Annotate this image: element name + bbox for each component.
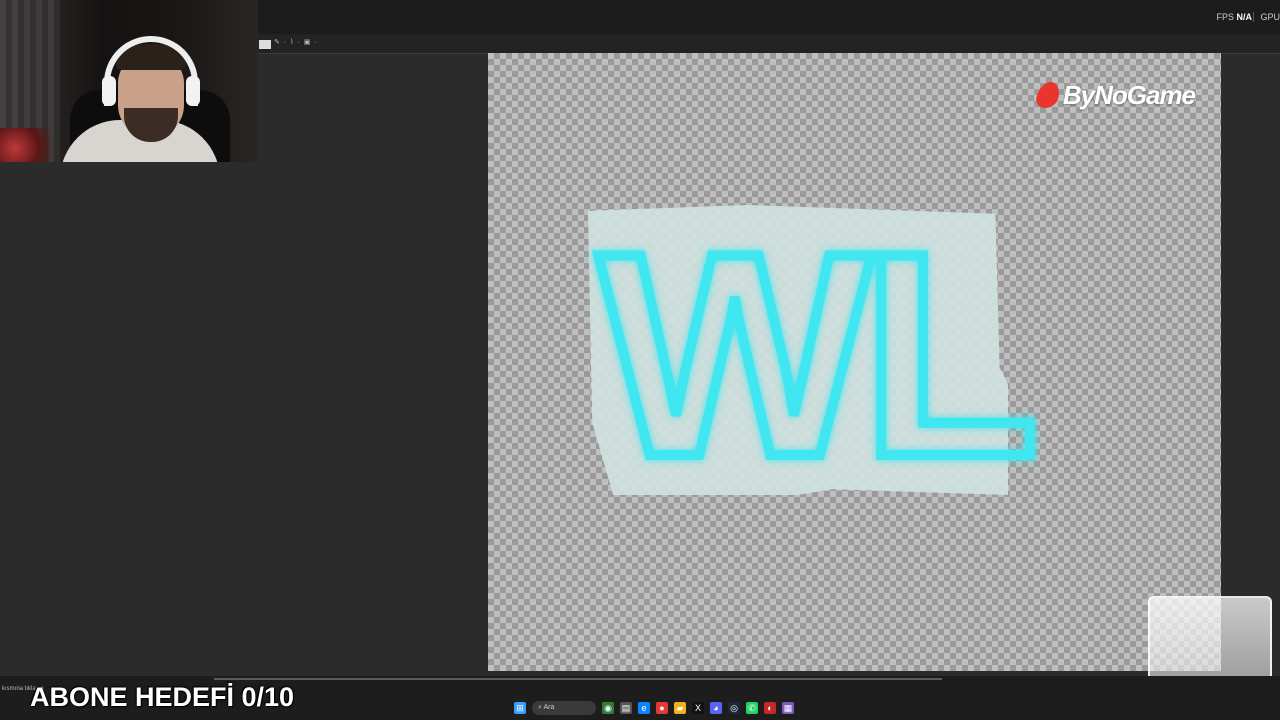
notes-icon[interactable]: ▦: [782, 702, 794, 714]
webcam-overlay: [0, 0, 258, 162]
neon-wl-artwork: WL: [593, 213, 1049, 493]
headset-cup-left: [102, 76, 116, 106]
bynogame-logo: ByNoGame: [1034, 79, 1196, 111]
chrome-icon[interactable]: ●: [656, 702, 668, 714]
gpu-label: GPU: [1253, 12, 1280, 22]
search-placeholder: Ara: [543, 704, 555, 711]
folder-icon[interactable]: ▰: [674, 702, 686, 714]
bynogame-mark-icon: [1034, 82, 1062, 108]
taskbar: ⊞ ⌕ Ara ◉ ▤ e ● ▰ X ◕ ◎ ✆ ◐ ▦: [514, 699, 794, 717]
other-icon[interactable]: ◐: [764, 702, 776, 714]
fps-label: FPS: [1216, 12, 1234, 22]
fps-indicator: FPS N/A: [1216, 12, 1252, 22]
discord-icon[interactable]: ◕: [710, 702, 722, 714]
neon-text: WL: [598, 213, 1034, 493]
x-icon[interactable]: X: [692, 702, 704, 714]
steam-icon[interactable]: ◎: [728, 702, 740, 714]
files-icon[interactable]: ▤: [620, 702, 632, 714]
red-light: [0, 128, 50, 162]
bynogame-logo-text: ByNoGame: [1062, 79, 1196, 110]
taskbar-search[interactable]: ⌕ Ara: [532, 701, 596, 715]
fps-value: N/A: [1236, 12, 1253, 22]
headset-cup-right: [186, 76, 200, 106]
windows-icon[interactable]: ⊞: [514, 702, 526, 714]
subscriber-goal: ABONE HEDEFİ 0/10: [30, 682, 295, 712]
image-canvas[interactable]: WL ByNoGame: [488, 53, 1221, 671]
progress-line: [214, 678, 942, 680]
whatsapp-icon[interactable]: ✆: [746, 702, 758, 714]
color-swatch[interactable]: [259, 40, 271, 49]
tool-icons[interactable]: ✎ · ⌇ · ▣ ·: [274, 38, 318, 46]
edge-icon[interactable]: e: [638, 702, 650, 714]
headset-icon: [104, 36, 198, 106]
widgets-icon[interactable]: ◉: [602, 702, 614, 714]
